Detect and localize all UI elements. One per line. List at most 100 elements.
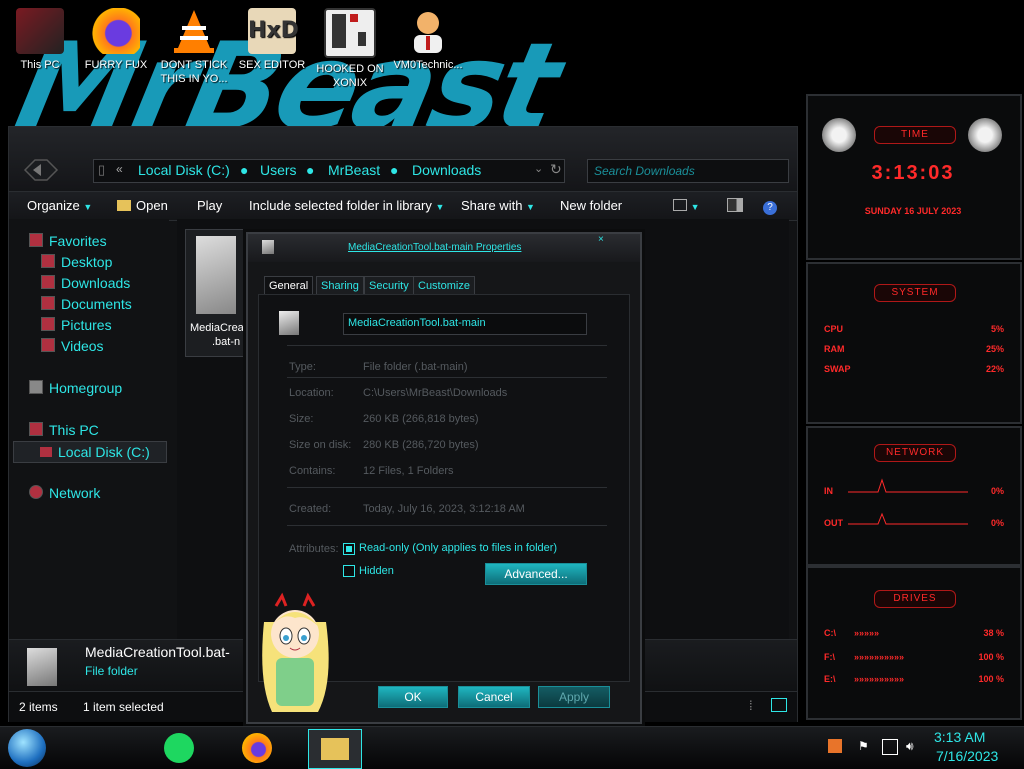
ok-button[interactable]: OK	[378, 686, 448, 708]
nav-videos[interactable]: Videos	[41, 338, 104, 354]
nav-homegroup[interactable]: Homegroup	[29, 380, 122, 396]
address-bar[interactable]: ▯ « Local Disk (C:) ● Users ● MrBeast ● …	[93, 159, 565, 183]
file-tile-mediacreationtool[interactable]: MediaCrea .bat-n	[185, 229, 249, 357]
breadcrumb-mrbeast[interactable]: MrBeast	[328, 162, 380, 178]
system-widget: SYSTEM CPU 5% RAM 25% SWAP 22%	[806, 262, 1022, 424]
network-graph	[848, 478, 968, 525]
tray-app-icon[interactable]	[828, 739, 842, 753]
volume-icon[interactable]: 🔊︎	[906, 739, 920, 753]
nav-pictures[interactable]: Pictures	[41, 317, 112, 333]
taskbar: ⚑ 🔊︎ 3:13 AM 7/16/2023	[0, 726, 1024, 769]
breadcrumb-sep-icon[interactable]: ●	[390, 162, 398, 178]
time-widget: TIME 3:13:03 SUNDAY 16 JULY 2023	[806, 94, 1022, 260]
share-with-button[interactable]: Share with ▼	[461, 198, 535, 213]
folder-icon	[321, 738, 349, 760]
nav-desktop[interactable]: Desktop	[41, 254, 112, 270]
network-icon	[29, 485, 43, 499]
alien-head-icon	[968, 118, 1002, 152]
hex-editor-icon: HxD	[248, 8, 299, 54]
nav-this-pc[interactable]: This PC	[29, 422, 99, 438]
breadcrumb-local-disk[interactable]: Local Disk (C:)	[138, 162, 230, 178]
nav-local-disk-selected[interactable]: Local Disk (C:)	[13, 441, 167, 463]
breadcrumb-overflow-icon[interactable]: «	[116, 162, 123, 176]
open-button[interactable]: Open	[117, 198, 168, 213]
chevron-down-icon: ▼	[690, 202, 700, 212]
taskbar-clock-time[interactable]: 3:13 AM	[934, 729, 985, 745]
search-box[interactable]: Search Downloads	[587, 159, 789, 183]
help-button[interactable]: ?	[763, 198, 777, 215]
folder-name-field[interactable]: MediaCreationTool.bat-main	[343, 313, 587, 335]
taskbar-clock-date[interactable]: 7/16/2023	[936, 748, 998, 764]
navigation-pane: Favorites Desktop Downloads Documents Pi…	[9, 219, 169, 639]
hidden-checkbox[interactable]	[343, 565, 355, 577]
desktop-icon-firefox[interactable]: FURRY FUX	[78, 8, 154, 72]
details-view-icon[interactable]: ⁞	[749, 698, 753, 713]
drive-usage-bar: »»»»»	[854, 628, 880, 638]
chevron-down-icon: ▼	[83, 202, 93, 212]
breadcrumb-sep-icon[interactable]: ●	[306, 162, 314, 178]
explorer-titlebar: ▯ « Local Disk (C:) ● Users ● MrBeast ● …	[9, 127, 797, 191]
tab-sharing[interactable]: Sharing	[316, 276, 364, 296]
view-options-button[interactable]: ▼	[673, 198, 700, 213]
search-placeholder: Search Downloads	[594, 164, 695, 178]
play-button[interactable]: Play	[197, 198, 222, 213]
chevron-down-icon[interactable]: ⌄	[534, 162, 543, 175]
close-icon[interactable]: ×	[598, 234, 604, 245]
start-button[interactable]	[8, 729, 46, 767]
new-folder-button[interactable]: New folder	[560, 198, 622, 213]
flag-icon[interactable]: ⚑	[858, 739, 872, 753]
command-bar: Organize ▼ Open Play Include selected fo…	[9, 191, 797, 221]
dialog-titlebar[interactable]: MediaCreationTool.bat-main Properties ×	[248, 234, 640, 262]
folder-thumbnail-icon	[262, 240, 274, 254]
large-icons-view-icon[interactable]	[771, 698, 787, 712]
drives-widget: DRIVES C:\»»»»» 38 % F:\»»»»»»»»»» 100 % E…	[806, 566, 1022, 720]
widget-clock: 3:13:03	[871, 162, 955, 184]
star-icon	[29, 233, 43, 247]
chevron-down-icon: ▼	[435, 202, 445, 212]
breadcrumb-users[interactable]: Users	[260, 162, 297, 178]
breadcrumb-sep-icon[interactable]: ●	[240, 162, 248, 178]
breadcrumb-downloads[interactable]: Downloads	[412, 162, 481, 178]
readonly-checkbox[interactable]	[343, 543, 355, 555]
spotify-taskbar-icon[interactable]	[164, 733, 194, 763]
desktop-icon-user[interactable]: VM0Technic...	[390, 8, 466, 72]
user-icon	[404, 8, 452, 54]
preview-pane-icon	[727, 198, 743, 212]
this-pc-icon	[16, 8, 64, 54]
folder-thumbnail-icon	[196, 236, 236, 314]
firefox-icon	[92, 8, 140, 54]
nav-favorites[interactable]: Favorites	[29, 233, 107, 249]
back-forward-buttons[interactable]	[23, 157, 59, 183]
computer-icon	[29, 422, 43, 436]
help-icon: ?	[763, 201, 777, 215]
nav-network[interactable]: Network	[29, 485, 100, 501]
apply-button[interactable]: Apply	[538, 686, 610, 708]
cancel-button[interactable]: Cancel	[458, 686, 530, 708]
nav-documents[interactable]: Documents	[41, 296, 132, 312]
desktop-icon-this-pc[interactable]: This PC	[2, 8, 78, 72]
include-library-button[interactable]: Include selected folder in library ▼	[249, 198, 444, 213]
tab-general[interactable]: General	[264, 276, 314, 296]
network-widget: NETWORK IN 0% OUT 0%	[806, 426, 1022, 566]
folder-icon	[117, 200, 131, 211]
alien-head-icon	[822, 118, 856, 152]
explorer-taskbar-button[interactable]	[308, 729, 362, 769]
desktop-icon-vlc[interactable]: DONT STICK THIS IN YO...	[156, 8, 232, 86]
tab-security[interactable]: Security	[364, 276, 414, 296]
desktop-icon-hex-editor[interactable]: HxD SEX EDITOR	[234, 8, 310, 72]
chevron-down-icon: ▼	[526, 202, 535, 212]
advanced-button[interactable]: Advanced...	[485, 563, 587, 585]
organize-button[interactable]: Organize ▼	[27, 198, 92, 213]
refresh-icon[interactable]: ↻	[550, 161, 562, 178]
network-tray-icon[interactable]	[882, 739, 898, 755]
tab-customize[interactable]: Customize	[413, 276, 475, 296]
firefox-taskbar-icon[interactable]	[242, 733, 272, 763]
cartoon-character-sticker	[256, 592, 334, 720]
documents-icon	[41, 296, 55, 310]
preview-pane-button[interactable]	[727, 198, 743, 214]
desktop-icon-xonix[interactable]: HOOKED ON XONIX	[312, 8, 388, 90]
nav-downloads[interactable]: Downloads	[41, 275, 130, 291]
drive-usage-bar: »»»»»»»»»»	[854, 674, 905, 684]
xonix-icon	[324, 8, 376, 58]
vlc-icon	[170, 8, 218, 54]
